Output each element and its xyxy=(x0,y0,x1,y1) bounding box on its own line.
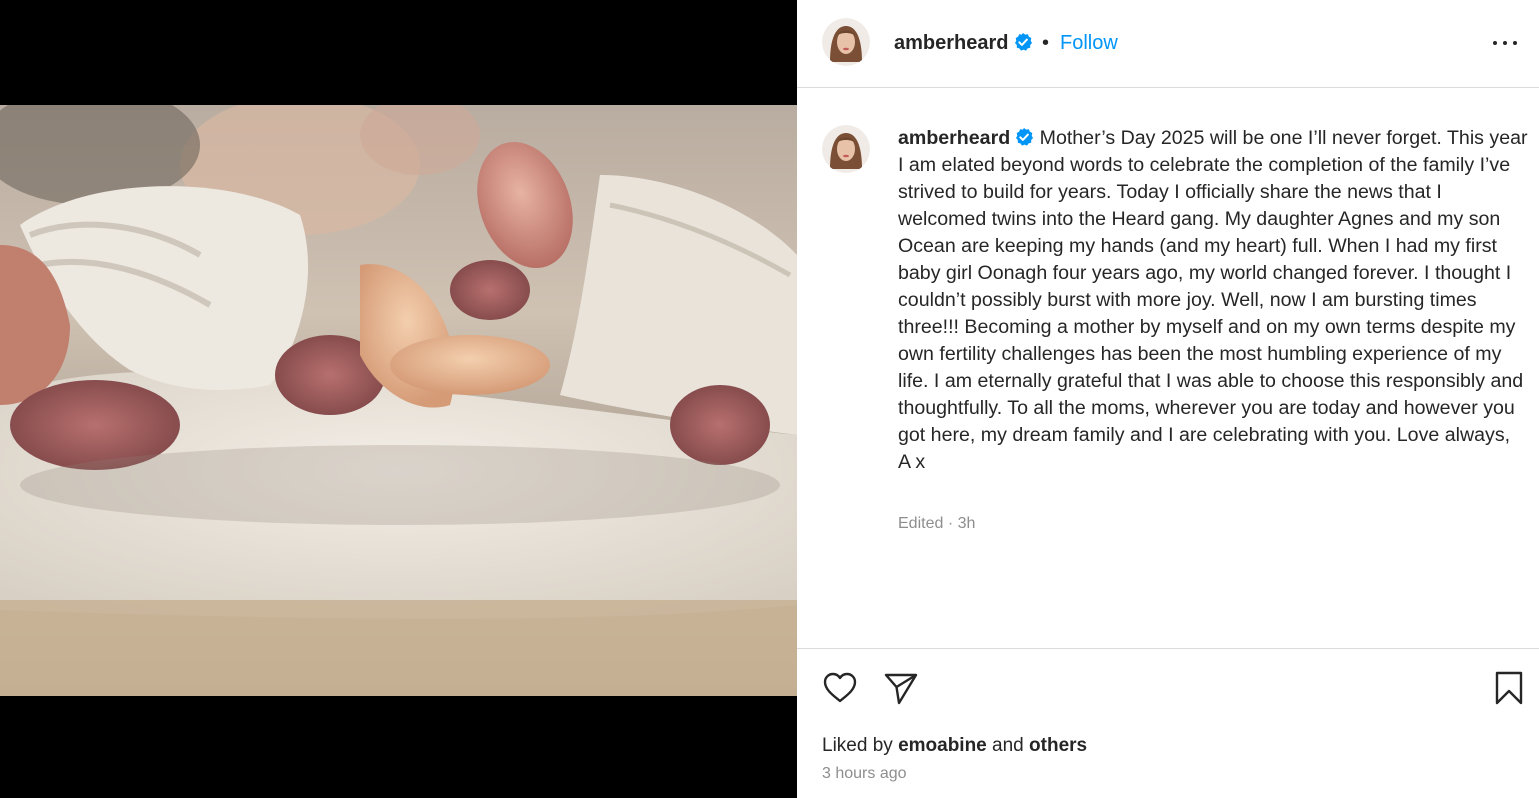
liked-by-and: and xyxy=(992,735,1024,756)
post-timestamp[interactable]: 3 hours ago xyxy=(822,763,907,785)
caption-author-avatar[interactable] xyxy=(822,125,870,173)
caption-username[interactable]: amberheard xyxy=(898,127,1010,149)
liked-by-others-link[interactable]: others xyxy=(1029,735,1087,756)
author-username[interactable]: amberheard xyxy=(894,31,1033,55)
caption-meta: Edited · 3h xyxy=(898,515,976,532)
post-caption: amberheard Mother’s Day 2025 will be one… xyxy=(898,125,1530,476)
heart-icon[interactable] xyxy=(822,670,858,706)
post-caption-block: amberheard Mother’s Day 2025 will be one… xyxy=(797,89,1539,649)
author-username-text[interactable]: amberheard xyxy=(894,32,1009,54)
verified-badge-icon xyxy=(1014,33,1032,51)
post-details-panel: amberheard • Follow amberheard Mother’s … xyxy=(797,0,1539,798)
post-photo[interactable] xyxy=(0,105,797,696)
post-actions: Liked by emoabine and others 3 hours ago xyxy=(797,648,1539,798)
share-paper-plane-icon[interactable] xyxy=(883,670,919,706)
post-header: amberheard • Follow xyxy=(797,0,1539,88)
header-separator: • xyxy=(1042,32,1050,54)
caption-text: Mother’s Day 2025 will be one I’ll never… xyxy=(898,127,1528,473)
liked-by-line: Liked by emoabine and others xyxy=(822,734,1087,758)
post-photo-image xyxy=(0,105,797,696)
bookmark-icon[interactable] xyxy=(1491,670,1527,706)
liked-by-user-link[interactable]: emoabine xyxy=(898,735,987,756)
post-media-pane xyxy=(0,0,797,798)
liked-by-prefix: Liked by xyxy=(822,735,893,756)
more-options-icon[interactable] xyxy=(1492,33,1518,53)
author-avatar[interactable] xyxy=(822,18,870,66)
verified-badge-icon xyxy=(1016,128,1034,146)
follow-button[interactable]: Follow xyxy=(1060,31,1118,55)
